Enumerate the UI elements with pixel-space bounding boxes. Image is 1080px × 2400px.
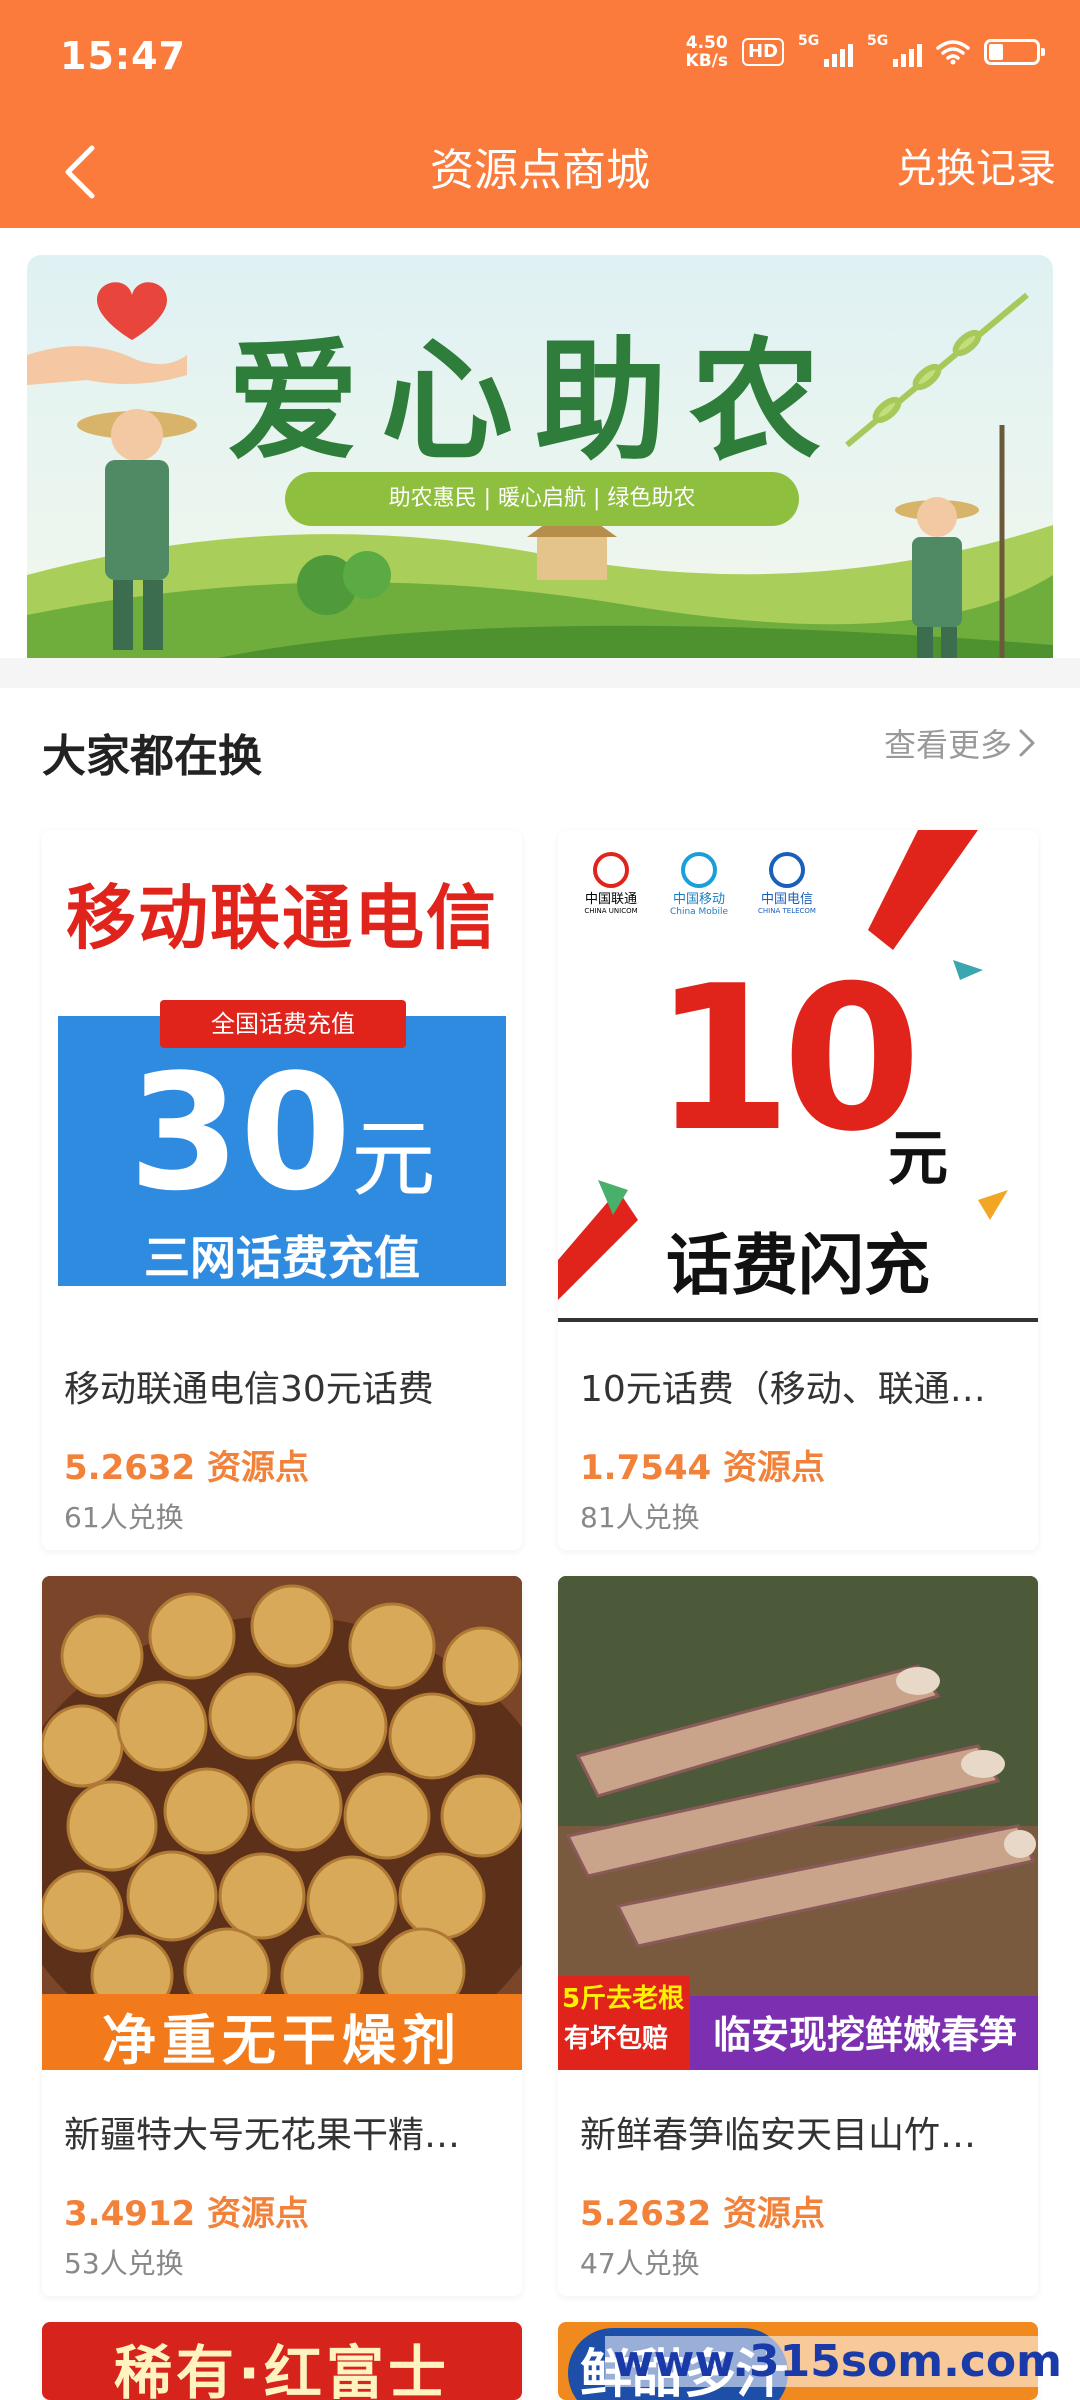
china-unicom-logo: 中国联通 CHINA UNICOM bbox=[576, 852, 646, 917]
exchange-count: 81人兑换 bbox=[580, 1501, 700, 1534]
china-telecom-logo: 中国电信 CHINA TELECOM bbox=[752, 852, 822, 917]
product-image: 稀有·红富士 bbox=[42, 2322, 522, 2400]
battery-icon bbox=[984, 39, 1045, 65]
product-card[interactable]: 5斤去老根 有坏包赔 临安现挖鲜嫩春笋 新鲜春笋临安天目山竹… 5.2632 资… bbox=[558, 1576, 1038, 2296]
section-title: 大家都在换 bbox=[42, 731, 262, 782]
exchange-count: 53人兑换 bbox=[64, 2247, 184, 2280]
signal-icon: 5G bbox=[798, 33, 853, 67]
chevron-right-icon bbox=[1019, 729, 1035, 757]
product-name: 新疆特大号无花果干精… bbox=[64, 2115, 461, 2156]
banner-title: 爱心助农 bbox=[227, 324, 843, 479]
carrier-logos: 中国联通 CHINA UNICOM 中国移动 China Mobile 中国电信… bbox=[576, 852, 822, 917]
product-card[interactable]: 稀有·红富士 bbox=[42, 2322, 522, 2400]
product-card[interactable]: 净重无干燥剂 新疆特大号无花果干精… 3.4912 资源点 53人兑换 bbox=[42, 1576, 522, 2296]
status-icons: 4.50 KB/s HD 5G 5G bbox=[685, 33, 1045, 71]
status-bar: 15:47 4.50 KB/s HD 5G 5G bbox=[0, 0, 1080, 120]
product-image: 净重无干燥剂 bbox=[42, 1576, 522, 2070]
banner-area: 爱心助农 助农惠民 | 暖心启航 | 绿色助农 bbox=[0, 228, 1080, 675]
product-name: 移动联通电信30元话费 bbox=[64, 1369, 434, 1410]
status-time: 15:47 bbox=[60, 34, 186, 78]
product-price: 5.2632 资源点 bbox=[580, 2194, 826, 2234]
wifi-icon bbox=[936, 40, 970, 65]
product-price: 5.2632 资源点 bbox=[64, 1448, 310, 1488]
product-grid: 移动联通电信 全国话费充值 30元 三网话费充值 移动联通电信30元话费 5.2… bbox=[0, 808, 1080, 2400]
product-name: 10元话费（移动、联通… bbox=[580, 1369, 986, 1410]
product-price: 3.4912 资源点 bbox=[64, 2194, 310, 2234]
signal-icon-2: 5G bbox=[867, 33, 922, 67]
section-header: 大家都在换 查看更多 bbox=[0, 688, 1080, 808]
exchange-records-link[interactable]: 兑换记录 bbox=[896, 136, 1056, 194]
app-header: 15:47 4.50 KB/s HD 5G 5G 资源点商城 兑换记录 bbox=[0, 0, 1080, 228]
product-image: 移动联通电信 全国话费充值 30元 三网话费充值 bbox=[42, 830, 522, 1324]
promo-banner[interactable]: 爱心助农 助农惠民 | 暖心启航 | 绿色助农 bbox=[27, 255, 1053, 675]
watermark: www.315som.com bbox=[605, 2336, 1070, 2387]
see-more-link[interactable]: 查看更多 bbox=[884, 720, 1036, 766]
product-card[interactable]: 移动联通电信 全国话费充值 30元 三网话费充值 移动联通电信30元话费 5.2… bbox=[42, 830, 522, 1550]
china-mobile-logo: 中国移动 China Mobile bbox=[664, 852, 734, 917]
product-name: 新鲜春笋临安天目山竹… bbox=[580, 2115, 977, 2156]
banner-slogan: 助农惠民 | 暖心启航 | 绿色助农 bbox=[285, 472, 799, 526]
net-speed: 4.50 KB/s bbox=[685, 33, 728, 71]
product-price: 1.7544 资源点 bbox=[580, 1448, 826, 1488]
exchange-count: 61人兑换 bbox=[64, 1501, 184, 1534]
product-card[interactable]: 中国联通 CHINA UNICOM 中国移动 China Mobile 中国电信… bbox=[558, 830, 1038, 1550]
hd-icon: HD bbox=[741, 38, 784, 66]
product-image: 中国联通 CHINA UNICOM 中国移动 China Mobile 中国电信… bbox=[558, 830, 1038, 1324]
product-image: 5斤去老根 有坏包赔 临安现挖鲜嫩春笋 bbox=[558, 1576, 1038, 2070]
exchange-count: 47人兑换 bbox=[580, 2247, 700, 2280]
nav-bar: 资源点商城 兑换记录 bbox=[0, 120, 1080, 228]
